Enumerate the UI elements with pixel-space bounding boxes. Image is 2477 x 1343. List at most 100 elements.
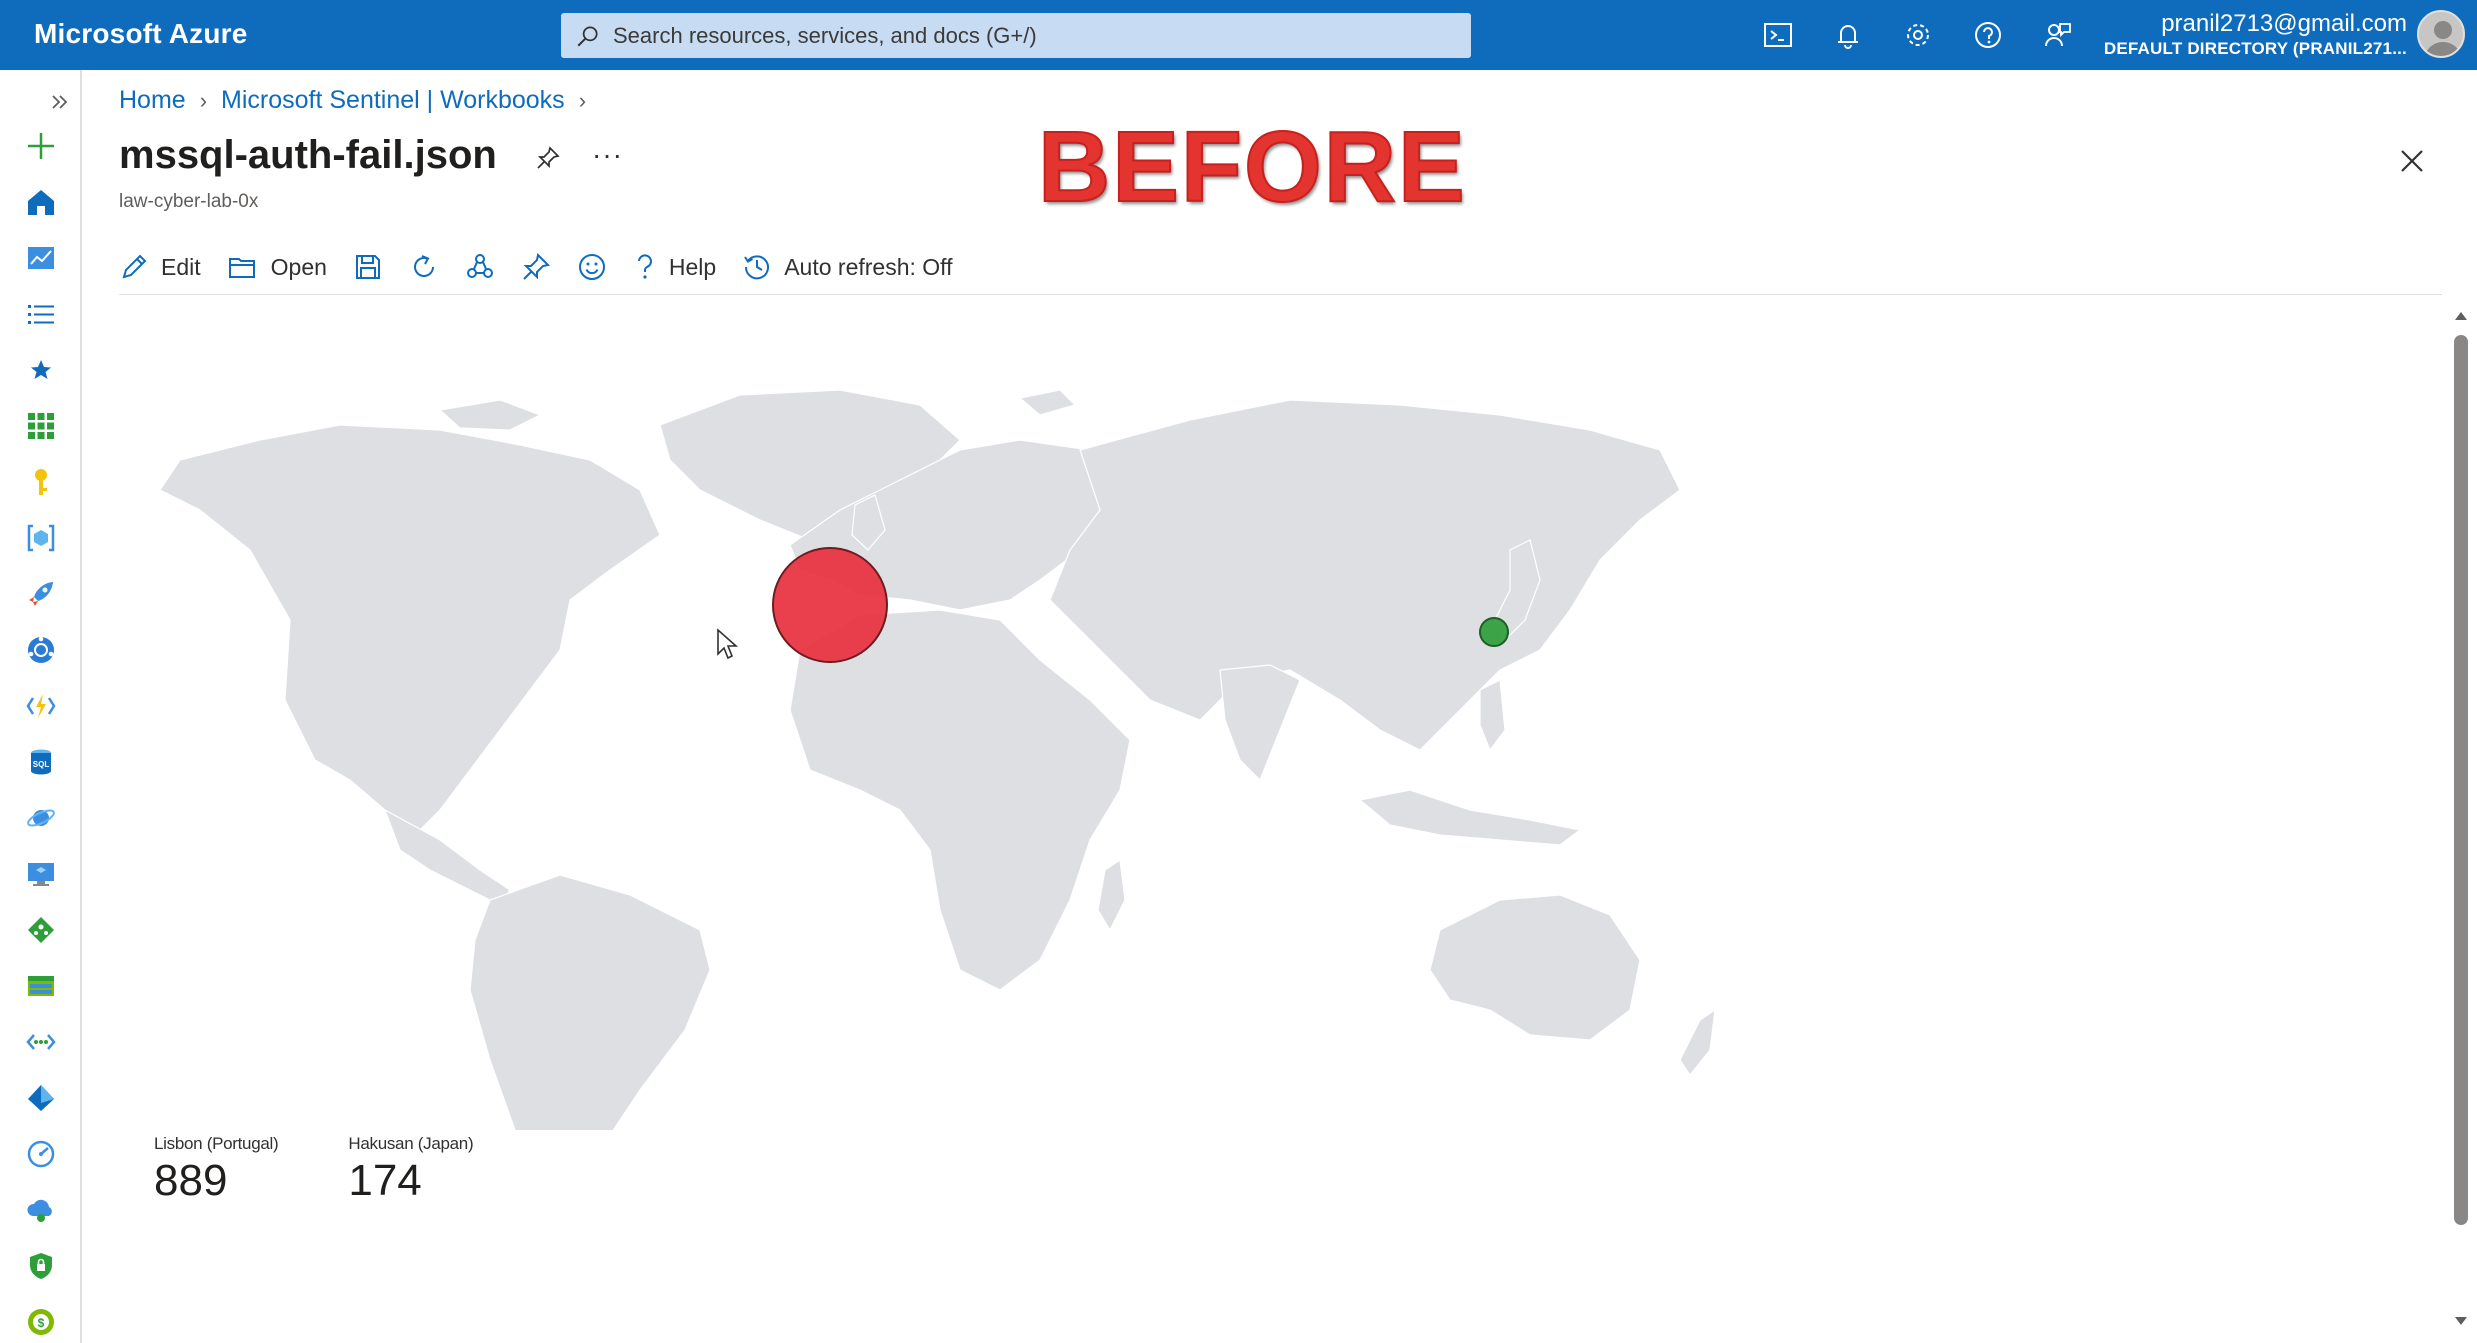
pin-icon bbox=[523, 252, 550, 280]
smiley-icon bbox=[578, 254, 605, 280]
avatar[interactable] bbox=[2417, 10, 2465, 58]
sql-database-icon[interactable]: SQL bbox=[23, 744, 59, 780]
landmass-africa bbox=[789, 609, 1131, 991]
brand-label[interactable]: Microsoft Azure bbox=[34, 18, 248, 50]
bell-icon[interactable] bbox=[1830, 17, 1866, 53]
workbook-toolbar: Edit Open Help Auto refresh: Off bbox=[119, 243, 979, 291]
landmass-south-america bbox=[469, 874, 711, 1232]
top-bar: Microsoft Azure pranil2713@gmail.com DEF… bbox=[0, 0, 2477, 70]
quickstart-rocket-icon[interactable] bbox=[23, 576, 59, 612]
chevron-right-icon: › bbox=[578, 87, 587, 113]
close-icon[interactable] bbox=[2395, 144, 2429, 178]
auto-refresh-button[interactable]: Auto refresh: Off bbox=[742, 243, 953, 291]
advisor-cloud-icon[interactable] bbox=[23, 1192, 59, 1228]
metric-tile-lisbon[interactable]: Lisbon (Portugal) 889 bbox=[154, 1134, 279, 1206]
landmass-australia bbox=[1429, 894, 1641, 1041]
tile-label: Lisbon (Portugal) bbox=[154, 1134, 279, 1153]
create-resource-icon[interactable] bbox=[23, 128, 59, 164]
breadcrumb: Home › Microsoft Sentinel | Workbooks › bbox=[119, 86, 586, 115]
favorites-star-icon[interactable] bbox=[23, 352, 59, 388]
expand-menu-icon[interactable] bbox=[42, 84, 78, 120]
map-bubble-lisbon[interactable] bbox=[772, 547, 888, 663]
entra-id-icon[interactable] bbox=[23, 1080, 59, 1116]
key-icon[interactable] bbox=[23, 464, 59, 500]
landmass-north-america bbox=[159, 424, 661, 841]
chevron-right-icon: › bbox=[199, 87, 208, 113]
scroll-up-arrow-icon[interactable] bbox=[2454, 309, 2468, 323]
edit-label: Edit bbox=[161, 253, 201, 280]
help-button[interactable]: Help bbox=[633, 243, 716, 291]
cost-management-icon[interactable]: $ bbox=[23, 1304, 59, 1340]
all-services-icon[interactable] bbox=[23, 296, 59, 332]
edit-button[interactable]: Edit bbox=[119, 243, 201, 291]
network-globe-icon[interactable] bbox=[23, 632, 59, 668]
landmass-new-zealand bbox=[1679, 1008, 1716, 1077]
save-icon bbox=[355, 255, 380, 279]
left-nav: SQL $ bbox=[0, 70, 82, 1343]
page-subtitle: law-cyber-lab-0x bbox=[119, 191, 259, 212]
mouse-pointer-icon bbox=[716, 628, 740, 667]
pin-icon[interactable] bbox=[535, 145, 561, 176]
virtual-network-icon[interactable] bbox=[23, 1024, 59, 1060]
before-overlay-label: BEFORE bbox=[1037, 110, 1467, 224]
function-app-icon[interactable] bbox=[23, 688, 59, 724]
global-search[interactable] bbox=[561, 13, 1471, 58]
storage-account-icon[interactable] bbox=[23, 968, 59, 1004]
landmass-asia bbox=[1049, 399, 1681, 751]
home-icon[interactable] bbox=[23, 184, 59, 220]
pin-to-dashboard-button[interactable] bbox=[521, 243, 551, 291]
world-map-visualization[interactable] bbox=[140, 370, 1720, 1232]
svg-text:SQL: SQL bbox=[33, 760, 50, 769]
refresh-button[interactable] bbox=[409, 243, 439, 291]
monitor-gauge-icon[interactable] bbox=[23, 1136, 59, 1172]
breadcrumb-home[interactable]: Home bbox=[119, 86, 186, 115]
landmass-india bbox=[1219, 664, 1301, 782]
feedback-icon[interactable] bbox=[2040, 17, 2076, 53]
gear-icon[interactable] bbox=[1900, 17, 1936, 53]
refresh-icon bbox=[413, 255, 434, 277]
landmass-madagascar bbox=[1097, 858, 1126, 932]
open-button[interactable]: Open bbox=[227, 243, 327, 291]
page-title: mssql-auth-fail.json bbox=[119, 133, 497, 177]
account-email: pranil2713@gmail.com bbox=[2161, 10, 2407, 37]
landmass-philippines bbox=[1479, 679, 1506, 752]
landmass-central-america bbox=[383, 808, 511, 906]
scrollbar-thumb[interactable] bbox=[2454, 335, 2468, 1225]
world-map-svg bbox=[159, 389, 1716, 1232]
tile-label: Hakusan (Japan) bbox=[348, 1134, 474, 1153]
map-bubble-hakusan[interactable] bbox=[1479, 617, 1509, 647]
defender-shield-icon[interactable] bbox=[23, 1248, 59, 1284]
open-label: Open bbox=[270, 253, 327, 280]
cloud-shell-icon[interactable] bbox=[1760, 17, 1796, 53]
tile-value: 889 bbox=[154, 1156, 228, 1205]
resource-group-icon[interactable] bbox=[23, 520, 59, 556]
load-balancer-icon[interactable] bbox=[23, 912, 59, 948]
share-button[interactable] bbox=[465, 243, 495, 291]
folder-open-icon bbox=[228, 258, 255, 278]
landmass-svalbard bbox=[1018, 389, 1077, 416]
scroll-down-arrow-icon[interactable] bbox=[2454, 1314, 2468, 1328]
more-options-icon[interactable]: ··· bbox=[592, 141, 623, 169]
tile-value: 174 bbox=[348, 1156, 422, 1205]
question-icon bbox=[637, 254, 652, 279]
feedback-button[interactable] bbox=[577, 243, 607, 291]
landmass-arctic-islands bbox=[438, 399, 542, 431]
search-icon bbox=[577, 25, 598, 46]
search-input[interactable] bbox=[613, 22, 1453, 49]
virtual-machine-icon[interactable] bbox=[23, 856, 59, 892]
metric-tile-hakusan[interactable]: Hakusan (Japan) 174 bbox=[348, 1134, 473, 1206]
cosmos-db-icon[interactable] bbox=[23, 800, 59, 836]
help-icon[interactable] bbox=[1970, 17, 2006, 53]
all-resources-grid-icon[interactable] bbox=[23, 408, 59, 444]
dashboard-icon[interactable] bbox=[23, 240, 59, 276]
pencil-icon bbox=[122, 254, 147, 279]
save-button[interactable] bbox=[353, 243, 383, 291]
breadcrumb-workbooks[interactable]: Microsoft Sentinel | Workbooks bbox=[221, 86, 565, 115]
account-menu[interactable]: pranil2713@gmail.com DEFAULT DIRECTORY (… bbox=[2104, 10, 2407, 60]
help-label: Help bbox=[668, 253, 717, 280]
history-clock-icon bbox=[744, 255, 770, 280]
landmass-indonesia bbox=[1358, 789, 1582, 846]
auto-refresh-label: Auto refresh: Off bbox=[784, 253, 953, 280]
metric-tiles: Lisbon (Portugal) 889 Hakusan (Japan) 17… bbox=[154, 1134, 474, 1206]
account-directory: DEFAULT DIRECTORY (PRANIL271... bbox=[2103, 39, 2407, 58]
